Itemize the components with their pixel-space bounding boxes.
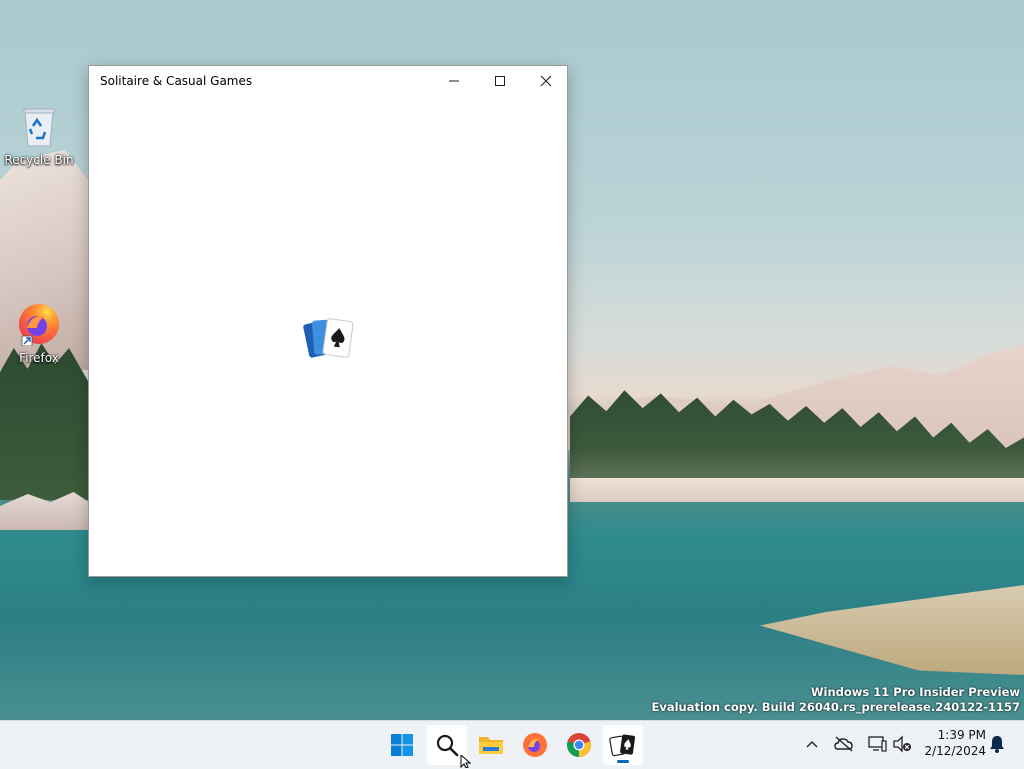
chevron-up-icon [806,741,818,748]
desktop-icon-label: Recycle Bin [4,153,74,167]
desktop-icon-recycle-bin[interactable]: Recycle Bin [4,104,74,167]
maximize-button[interactable] [477,66,523,96]
evaluation-watermark: Windows 11 Pro Insider Preview Evaluatio… [652,685,1021,715]
solitaire-cards-icon [609,734,636,757]
close-icon [540,75,552,87]
start-button[interactable] [382,725,422,765]
taskbar-file-explorer[interactable] [471,725,511,765]
clock-time: 1:39 PM [937,728,986,742]
volume-button[interactable] [892,734,912,754]
desktop-icon-label: Firefox [19,351,59,365]
show-hidden-icons-button[interactable] [802,734,822,754]
onedrive-offline-icon [834,736,853,752]
minimize-button[interactable] [431,66,477,96]
wallpaper-grass [760,585,1024,675]
taskbar-chrome[interactable] [559,725,599,765]
minimize-icon [449,80,459,82]
onedrive-status-button[interactable] [834,734,854,754]
folder-icon [479,737,503,754]
recycle-bin-icon [23,108,55,147]
window-title: Solitaire & Casual Games [100,74,253,88]
window-titlebar[interactable]: Solitaire & Casual Games [89,66,567,96]
volume-muted-icon [893,735,911,753]
network-icon [868,736,887,752]
active-app-indicator [617,760,629,763]
close-button[interactable] [523,66,569,96]
watermark-line-2: Evaluation copy. Build 26040.rs_prerelea… [651,700,1021,714]
solitaire-cards-icon [303,318,354,358]
firefox-icon [523,733,547,757]
taskbar-clock[interactable]: 1:39 PM 2/12/2024 [916,727,986,759]
notification-center-button[interactable] [987,734,1007,754]
taskbar-firefox[interactable] [515,725,555,765]
search-icon [436,734,459,757]
taskbar-solitaire[interactable] [603,725,643,765]
firefox-icon [19,304,59,347]
wallpaper-shore [570,478,1024,502]
maximize-icon [495,76,505,86]
chrome-icon [567,733,591,757]
network-button[interactable] [867,734,887,754]
mouse-cursor-icon [460,755,472,768]
clock-date: 2/12/2024 [924,744,986,758]
solitaire-window[interactable]: Solitaire & Casual Games [88,65,568,577]
bell-icon [990,736,1004,753]
windows-logo-icon [391,734,413,756]
watermark-line-1: Windows 11 Pro Insider Preview [810,685,1020,699]
desktop-icon-firefox[interactable]: Firefox [4,302,74,365]
